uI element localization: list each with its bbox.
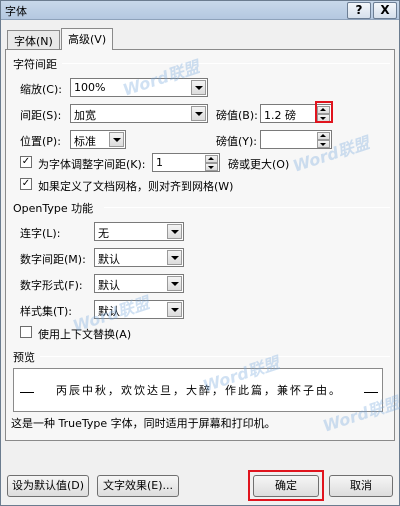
ligatures-select[interactable]: 无 bbox=[94, 222, 184, 241]
tab-advanced[interactable]: 高级(V) bbox=[61, 28, 114, 50]
tab-font[interactable]: 字体(N) bbox=[7, 30, 60, 49]
kerning-value: 1 bbox=[156, 156, 163, 169]
chevron-down-icon[interactable] bbox=[167, 302, 182, 317]
cancel-button[interactable]: 取消 bbox=[329, 475, 393, 497]
stylistic-sets-label: 样式集(T): bbox=[20, 305, 73, 318]
close-button[interactable]: X bbox=[373, 2, 397, 19]
spacing-select[interactable]: 加宽 bbox=[70, 104, 208, 123]
position-by-label: 磅值(Y): bbox=[216, 135, 258, 148]
help-button[interactable]: ? bbox=[347, 2, 371, 19]
spacing-by-value: 1.2 磅 bbox=[264, 109, 296, 122]
spin-highlight-box bbox=[315, 101, 333, 123]
preview-sample-text: 丙辰中秋，欢饮达旦，大醉，作此篇，兼怀子由。 bbox=[56, 384, 342, 397]
spacing-value: 加宽 bbox=[74, 109, 96, 122]
spin-down-icon[interactable] bbox=[205, 163, 218, 171]
chevron-down-icon[interactable] bbox=[191, 80, 206, 95]
ok-button[interactable]: 确定 bbox=[253, 475, 319, 497]
divider bbox=[40, 356, 390, 357]
contextual-checkbox[interactable] bbox=[20, 326, 32, 338]
spin-up-icon[interactable] bbox=[205, 155, 218, 163]
grid-label: 如果定义了文档网格，则对齐到网格(W) bbox=[38, 180, 234, 193]
number-spacing-value: 默认 bbox=[98, 253, 120, 266]
ligatures-label: 连字(L): bbox=[20, 227, 61, 240]
position-value: 标准 bbox=[74, 135, 96, 148]
text-effects-button[interactable]: 文字效果(E)... bbox=[97, 475, 179, 497]
spacing-label: 间距(S): bbox=[20, 109, 62, 122]
chevron-down-icon[interactable] bbox=[109, 132, 124, 147]
chevron-down-icon[interactable] bbox=[167, 250, 182, 265]
scale-value: 100% bbox=[74, 81, 106, 94]
section-title-preview: 预览 bbox=[13, 351, 35, 364]
preview-box: 丙辰中秋，欢饮达旦，大醉，作此篇，兼怀子由。 bbox=[13, 368, 383, 412]
number-forms-value: 默认 bbox=[98, 279, 120, 292]
divider bbox=[104, 207, 390, 208]
position-select[interactable]: 标准 bbox=[70, 130, 126, 149]
title-bar: 字体 ? X bbox=[1, 1, 399, 20]
font-dialog: 字体 ? X 字体(N) 高级(V) 字符间距 缩放(C): 100% 间距(S… bbox=[0, 0, 400, 506]
scale-label: 缩放(C): bbox=[20, 83, 62, 96]
grid-checkbox[interactable]: ✓ bbox=[20, 178, 32, 190]
section-title-opentype: OpenType 功能 bbox=[13, 202, 94, 215]
ligatures-value: 无 bbox=[98, 227, 109, 240]
kerning-label: 为字体调整字间距(K): bbox=[38, 158, 146, 171]
window-title: 字体 bbox=[5, 5, 27, 18]
number-spacing-select[interactable]: 默认 bbox=[94, 248, 184, 267]
kerning-input[interactable]: 1 bbox=[152, 153, 220, 172]
font-description: 这是一种 TrueType 字体，同时适用于屏幕和打印机。 bbox=[11, 417, 276, 430]
chevron-down-icon[interactable] bbox=[167, 276, 182, 291]
chevron-down-icon[interactable] bbox=[191, 106, 206, 121]
divider bbox=[62, 63, 390, 64]
number-forms-label: 数字形式(F): bbox=[20, 279, 83, 292]
number-spacing-label: 数字间距(M): bbox=[20, 253, 86, 266]
baseline-right bbox=[364, 392, 378, 393]
chevron-down-icon[interactable] bbox=[167, 224, 182, 239]
position-label: 位置(P): bbox=[20, 135, 61, 148]
kerning-suffix: 磅或更大(O) bbox=[228, 158, 290, 171]
spin-up-icon[interactable] bbox=[317, 132, 330, 140]
kerning-checkbox[interactable]: ✓ bbox=[20, 156, 32, 168]
section-title-char-spacing: 字符间距 bbox=[13, 58, 57, 71]
spacing-by-label: 磅值(B): bbox=[216, 109, 258, 122]
set-default-button[interactable]: 设为默认值(D) bbox=[7, 475, 89, 497]
